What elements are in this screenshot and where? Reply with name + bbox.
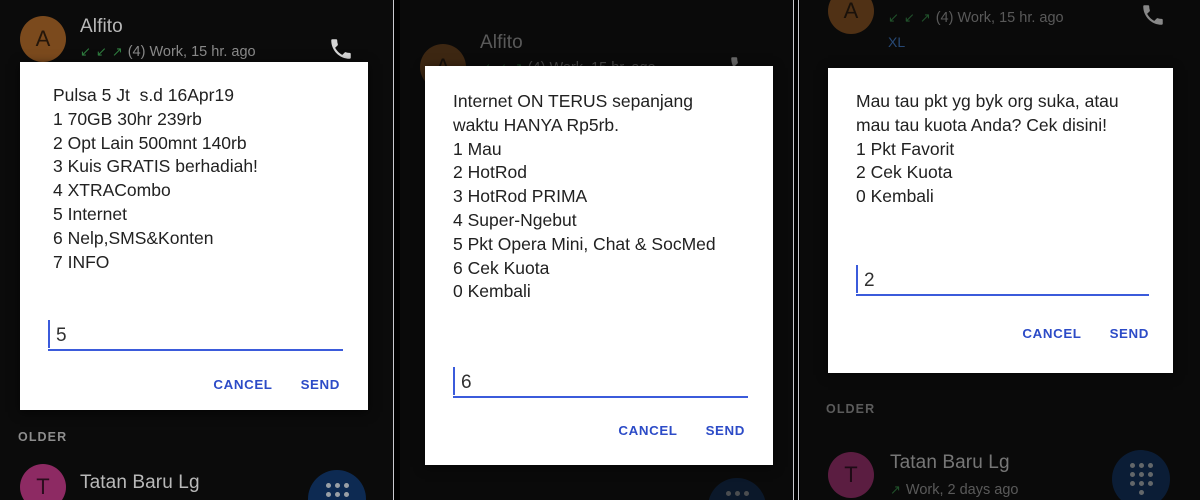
ussd-message-text: Internet ON TERUS sepanjang waktu HANYA … <box>453 91 716 302</box>
call-meta-text: Work, 2 days ago <box>905 482 1019 498</box>
outgoing-call-arrow-icon: ↗ <box>919 9 931 25</box>
cancel-button[interactable]: CANCEL <box>618 423 677 438</box>
panel-gap <box>394 0 400 500</box>
phone-icon[interactable] <box>328 36 354 62</box>
dialpad-fab-button[interactable] <box>708 478 766 500</box>
dialpad-icon <box>325 483 349 500</box>
call-meta-row: ↗ Work, 2 days ago <box>890 482 1018 498</box>
dialpad-fab-button[interactable] <box>308 470 366 500</box>
contact-name: Tatan Baru Lg <box>890 452 1010 473</box>
call-meta-row: ↙ ↙ ↗ (4) Work, 15 hr. ago <box>80 44 256 60</box>
panel-screen-1: A Alfito ↙ ↙ ↗ (4) Work, 15 hr. ago XL O… <box>0 0 393 500</box>
text-cursor <box>856 265 858 293</box>
reply-input-field[interactable]: 2 <box>856 262 1149 296</box>
incoming-call-arrow-icon: ↙ <box>888 9 899 25</box>
dialog-action-bar: CANCEL SEND <box>828 326 1173 341</box>
section-label-older: OLDER <box>826 402 876 416</box>
dialog-action-bar: CANCEL SEND <box>425 423 773 438</box>
incoming-call-arrow-icon: ↙ <box>95 43 107 59</box>
send-button[interactable]: SEND <box>706 423 745 438</box>
send-button[interactable]: SEND <box>301 377 340 392</box>
contact-name: Tatan Baru Lg <box>80 472 200 493</box>
text-cursor <box>453 367 455 395</box>
dialpad-fab-button[interactable] <box>1112 450 1170 500</box>
carrier-label: XL <box>888 34 906 50</box>
ussd-dialog-3: Mau tau pkt yg byk org suka, atau mau ta… <box>828 68 1173 373</box>
text-cursor <box>48 320 50 348</box>
panel-divider <box>393 0 394 500</box>
panel-divider <box>798 0 799 500</box>
screenshot-root: A Alfito ↙ ↙ ↗ (4) Work, 15 hr. ago XL O… <box>0 0 1200 500</box>
phone-icon[interactable] <box>1140 2 1166 28</box>
call-meta-row: ↙ ↙ ↗ (4) Work, 15 hr. ago <box>888 10 1064 26</box>
incoming-call-arrow-icon: ↙ <box>80 43 91 59</box>
call-meta-text: (4) Work, 15 hr. ago <box>127 44 256 60</box>
section-label-older: OLDER <box>18 430 68 444</box>
incoming-call-arrow-icon: ↙ <box>903 9 915 25</box>
ussd-dialog-2: Internet ON TERUS sepanjang waktu HANYA … <box>425 66 773 465</box>
cancel-button[interactable]: CANCEL <box>1022 326 1081 341</box>
outgoing-call-arrow-icon: ↗ <box>890 481 901 497</box>
panel-screen-3: A ↙ ↙ ↗ (4) Work, 15 hr. ago XL OLDER T <box>800 0 1200 500</box>
outgoing-call-arrow-icon: ↗ <box>111 43 123 59</box>
ussd-dialog-1: Pulsa 5 Jt s.d 16Apr19 1 70GB 30hr 239rb… <box>20 62 368 410</box>
avatar: T <box>20 464 66 500</box>
send-button[interactable]: SEND <box>1110 326 1149 341</box>
avatar-letter: T <box>36 474 50 499</box>
dialog-action-bar: CANCEL SEND <box>20 377 368 392</box>
contact-name: Alfito <box>480 32 523 53</box>
avatar-letter: T <box>844 462 858 487</box>
reply-input-value: 5 <box>56 325 67 346</box>
reply-input-field[interactable]: 6 <box>453 364 748 398</box>
ussd-message-text: Mau tau pkt yg byk org suka, atau mau ta… <box>856 91 1119 207</box>
avatar: A <box>20 16 66 62</box>
panel-divider <box>793 0 794 500</box>
dialpad-icon <box>725 491 749 500</box>
cancel-button[interactable]: CANCEL <box>213 377 272 392</box>
dialpad-icon <box>1129 463 1153 495</box>
reply-input-field[interactable]: 5 <box>48 317 343 351</box>
contact-name: Alfito <box>80 16 123 37</box>
avatar-letter: A <box>35 26 51 51</box>
avatar: A <box>828 0 874 34</box>
reply-input-value: 6 <box>461 372 472 393</box>
avatar-letter: A <box>843 0 859 23</box>
ussd-message-text: Pulsa 5 Jt s.d 16Apr19 1 70GB 30hr 239rb… <box>53 85 258 272</box>
reply-input-value: 2 <box>864 270 875 291</box>
avatar: T <box>828 452 874 498</box>
panel-screen-2: A Alfito ↙ ↙ ↗ (4) Work, 15 hr. ago <box>400 0 793 500</box>
call-meta-text: (4) Work, 15 hr. ago <box>935 10 1064 26</box>
